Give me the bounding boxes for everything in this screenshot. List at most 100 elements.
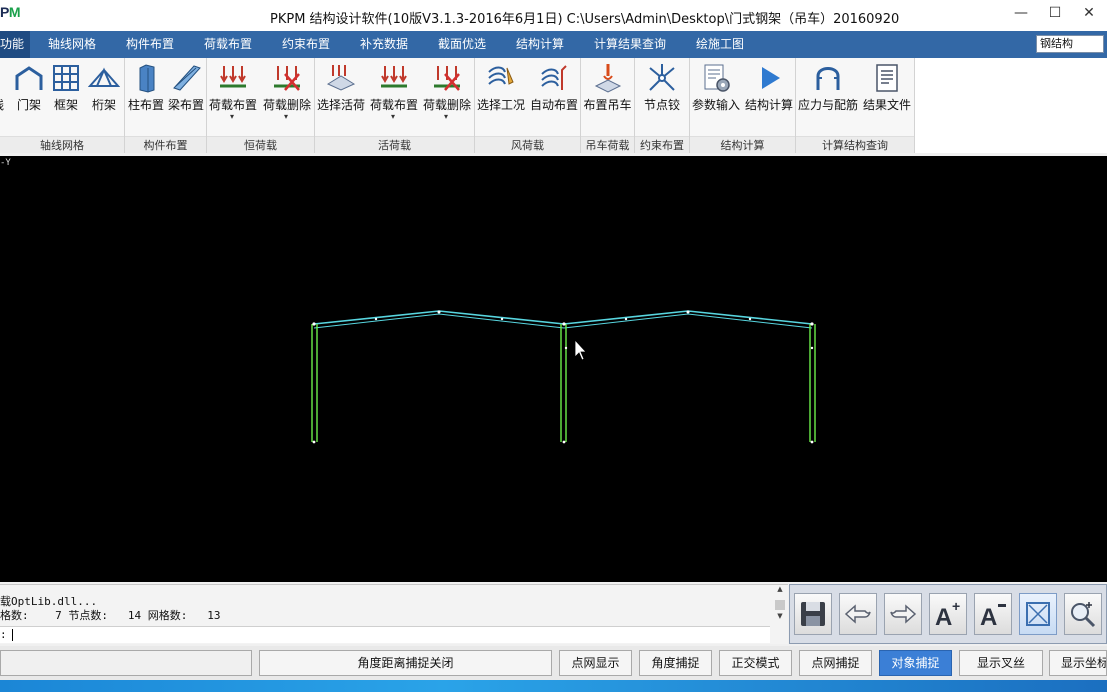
maximize-icon[interactable]: ☐ [1045, 3, 1065, 23]
object-snap-toggle[interactable]: 对象捕捉 [879, 650, 952, 676]
undo-button[interactable] [839, 593, 877, 635]
magnifier-icon [1071, 602, 1096, 628]
svg-text:+: + [952, 598, 960, 614]
structure-calc-button[interactable]: 结构计算 [743, 60, 795, 132]
axis-indicator: -Y [0, 158, 11, 168]
select-case-label: 选择工况 [476, 98, 525, 112]
group-label-crane-load: 吊车荷载 [581, 136, 634, 153]
frame-grid-icon [53, 65, 79, 91]
portal-frame-drawing [311, 310, 816, 444]
select-case-button[interactable]: 选择工况 [475, 60, 527, 132]
live-load-add-button[interactable]: 荷载布置 ▾ [368, 60, 420, 132]
select-live-load-button[interactable]: 选择活荷 [315, 60, 367, 132]
menu-item-drawing[interactable]: 绘施工图 [696, 31, 744, 58]
view-tool-panel: A + A [789, 584, 1107, 644]
menu-item-calc[interactable]: 结构计算 [516, 31, 564, 58]
coordinate-toggle[interactable]: 显示坐标 [1049, 650, 1107, 676]
svg-text:A: A [980, 604, 997, 630]
ortho-mode-toggle[interactable]: 正交模式 [719, 650, 792, 676]
columns [311, 324, 816, 442]
load-arrows-icon [220, 66, 246, 88]
command-window: 载OptLib.dll... 格数: 7 节点数: 14 网格数: 13 : ▲… [0, 584, 788, 644]
chevron-down-icon: ▾ [444, 112, 449, 121]
load-delete-icon [274, 66, 300, 91]
truss-button[interactable]: 桁架 [86, 60, 122, 132]
menu-item-result-query[interactable]: 计算结果查询 [594, 31, 666, 58]
menu-item-section-opt[interactable]: 截面优选 [438, 31, 486, 58]
node-hinge-button[interactable]: 节点铰 [635, 60, 689, 132]
font-increase-button[interactable]: A + [929, 593, 967, 635]
rafters [313, 310, 813, 329]
place-crane-label: 布置吊车 [583, 98, 632, 112]
fit-view-button[interactable] [1019, 593, 1057, 635]
redo-button[interactable] [884, 593, 922, 635]
live-load-delete-button[interactable]: 荷载删除 ▾ [421, 60, 473, 132]
group-label-wind-load: 风荷载 [475, 136, 580, 153]
place-crane-button[interactable]: 布置吊车 [581, 60, 634, 132]
dead-load-add-button[interactable]: 荷载布置 ▾ [207, 60, 259, 132]
node-hinge-icon [649, 64, 675, 91]
chevron-down-icon: ▾ [284, 112, 289, 121]
group-label-structure-calc: 结构计算 [690, 136, 795, 153]
auto-layout-button[interactable]: 自动布置 [528, 60, 580, 132]
dead-load-delete-button[interactable]: 荷载删除 ▾ [261, 60, 313, 132]
angle-snap-toggle[interactable]: 角度捕捉 [639, 650, 712, 676]
ribbon-toolbar: 线 门架 框架 桁架 轴线网格 柱布置 梁布置 构件布置 荷载布置 [0, 58, 915, 153]
column-right [809, 324, 816, 442]
command-input[interactable]: : [0, 626, 770, 643]
menu-item-constraint[interactable]: 约束布置 [282, 31, 330, 58]
column-layout-button[interactable]: 柱布置 [126, 60, 166, 132]
windows-taskbar [0, 680, 1107, 692]
menu-item-supplement[interactable]: 补充数据 [360, 31, 408, 58]
menu-item-function[interactable]: 功能 [0, 31, 30, 58]
grid-snap-toggle[interactable]: 点网捕捉 [799, 650, 872, 676]
menu-item-axis-grid[interactable]: 轴线网格 [48, 31, 96, 58]
group-label-live-load: 活荷载 [315, 136, 474, 153]
undo-arrow-icon [844, 604, 871, 624]
drawing-canvas[interactable] [0, 156, 1107, 582]
main-menu-bar: 功能 轴线网格 构件布置 荷载布置 约束布置 补充数据 截面优选 结构计算 计算… [0, 31, 1107, 58]
truss-label: 桁架 [91, 98, 116, 112]
scroll-up-icon[interactable]: ▲ [772, 585, 788, 598]
zoom-button[interactable] [1064, 593, 1102, 635]
command-scrollbar[interactable]: ▲ ▼ [772, 585, 788, 625]
beam-layout-button[interactable]: 梁布置 [166, 60, 206, 132]
param-input-button[interactable]: 参数输入 [690, 60, 742, 132]
mouse-cursor-icon [574, 338, 587, 361]
portal-frame-button[interactable]: 门架 [12, 60, 46, 132]
ribbon-group-wind-load: 选择工况 自动布置 风荷载 [475, 58, 581, 153]
stress-rebar-label: 应力与配筋 [797, 98, 858, 112]
menu-item-member-layout[interactable]: 构件布置 [126, 31, 174, 58]
save-button[interactable] [794, 593, 832, 635]
floppy-disk-icon [801, 602, 825, 626]
result-file-label: 结果文件 [862, 98, 911, 112]
minimize-icon[interactable]: — [1011, 3, 1031, 23]
close-icon[interactable]: ✕ [1079, 3, 1099, 23]
menu-item-load-layout[interactable]: 荷载布置 [204, 31, 252, 58]
ribbon-empty-area [915, 58, 1107, 153]
crosshair-toggle[interactable]: 显示叉丝 [959, 650, 1043, 676]
font-decrease-button[interactable]: A [974, 593, 1012, 635]
ribbon-group-dead-load: 荷载布置 ▾ 荷载删除 ▾ 恒荷载 [207, 58, 315, 153]
dead-load-add-label: 荷载布置 [208, 98, 257, 112]
scroll-thumb[interactable] [775, 600, 785, 610]
angle-distance-snap-status[interactable]: 角度距离捕捉关闭 [259, 650, 552, 676]
window-title: PKPM 结构设计软件(10版V3.1.3-2016年6月1日) C:\User… [270, 12, 900, 27]
live-load-add-label: 荷载布置 [369, 98, 418, 112]
scroll-down-icon[interactable]: ▼ [772, 612, 788, 625]
ribbon-group-constraint: 节点铰 约束布置 [635, 58, 690, 153]
stress-rebar-button[interactable]: 应力与配筋 [796, 60, 860, 132]
line-button[interactable]: 线 [0, 60, 10, 132]
pkpm-logo: PM [0, 4, 21, 20]
title-bar: PM PKPM 结构设计软件(10版V3.1.3-2016年6月1日) C:\U… [0, 0, 1107, 31]
grid-display-toggle[interactable]: 点网显示 [559, 650, 632, 676]
live-load-select-icon [326, 65, 356, 91]
frame-button[interactable]: 框架 [48, 60, 84, 132]
status-field [0, 650, 252, 676]
result-file-button[interactable]: 结果文件 [860, 60, 914, 132]
rafter-right-bay-bottom [563, 313, 813, 329]
column-icon [139, 64, 155, 93]
structure-type-select[interactable]: 钢结构 [1036, 35, 1104, 53]
group-label-constraint: 约束布置 [635, 136, 689, 153]
dead-load-delete-label: 荷载删除 [262, 98, 311, 112]
